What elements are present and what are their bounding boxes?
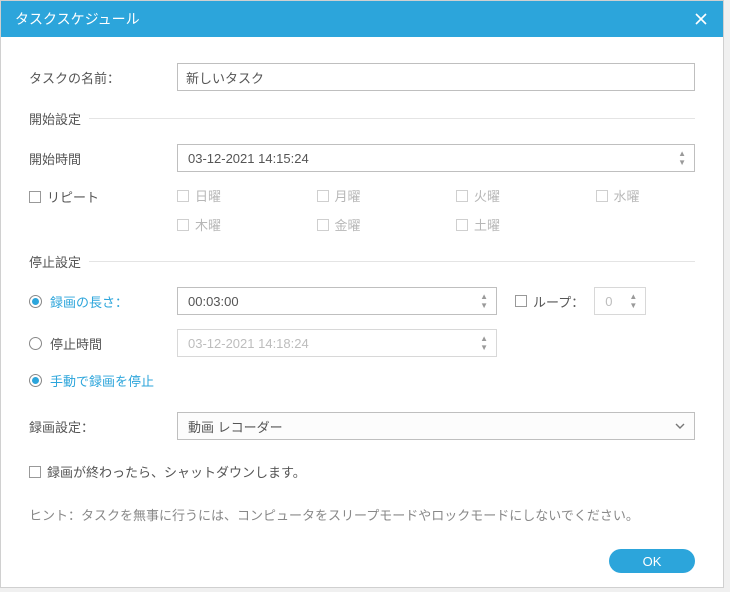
close-icon[interactable]: [693, 11, 709, 27]
length-spinner[interactable]: 00:03:00 ▲▼: [177, 287, 497, 315]
manual-stop-radio[interactable]: 手動で録画を停止: [29, 371, 154, 390]
start-time-value: 03-12-2021 14:15:24: [188, 151, 309, 166]
length-radio[interactable]: 録画の長さ：: [29, 292, 177, 311]
day-thu-label: 木曜: [195, 215, 221, 234]
record-settings-select[interactable]: 動画 レコーダー: [177, 412, 695, 440]
task-name-input[interactable]: [177, 63, 695, 91]
spinner-arrows-icon[interactable]: ▲▼: [678, 150, 686, 167]
day-thu-checkbox[interactable]: 木曜: [177, 215, 277, 234]
dialog-body: タスクの名前： 開始設定 開始時間 03-12-2021 14:15:24 ▲▼…: [1, 37, 723, 538]
day-wed-label: 水曜: [614, 186, 640, 205]
start-time-label: 開始時間: [29, 149, 177, 168]
loop-value: 0: [605, 294, 612, 309]
chevron-down-icon: [674, 420, 686, 432]
start-section-label: 開始設定: [29, 109, 81, 128]
shutdown-label: 録画が終わったら、シャットダウンします。: [47, 462, 306, 481]
day-tue-checkbox[interactable]: 火曜: [456, 186, 556, 205]
start-section-title: 開始設定: [29, 109, 695, 128]
stop-time-label: 停止時間: [50, 334, 102, 353]
divider: [89, 261, 695, 262]
shutdown-checkbox[interactable]: 録画が終わったら、シャットダウンします。: [29, 462, 306, 481]
manual-stop-label: 手動で録画を停止: [50, 371, 154, 390]
titlebar: タスクスケジュール: [1, 1, 723, 37]
stop-section-title: 停止設定: [29, 252, 695, 271]
loop-spinner[interactable]: 0 ▲▼: [594, 287, 646, 315]
spinner-arrows-icon[interactable]: ▲▼: [629, 293, 637, 310]
record-settings-value: 動画 レコーダー: [188, 417, 283, 436]
day-fri-label: 金曜: [335, 215, 361, 234]
loop-label: ループ：: [533, 292, 584, 311]
task-schedule-dialog: タスクスケジュール タスクの名前： 開始設定 開始時間 03-12-2021 1…: [0, 0, 724, 588]
stop-time-radio[interactable]: 停止時間: [29, 334, 177, 353]
day-sat-label: 土曜: [474, 215, 500, 234]
length-label: 録画の長さ：: [50, 292, 128, 311]
day-mon-label: 月曜: [335, 186, 361, 205]
loop-checkbox[interactable]: ループ：: [515, 292, 584, 311]
day-sat-checkbox[interactable]: 土曜: [456, 215, 556, 234]
day-mon-checkbox[interactable]: 月曜: [317, 186, 417, 205]
day-fri-checkbox[interactable]: 金曜: [317, 215, 417, 234]
stop-time-spinner: 03-12-2021 14:18:24 ▲▼: [177, 329, 497, 357]
spinner-arrows-icon: ▲▼: [480, 335, 488, 352]
stop-time-value: 03-12-2021 14:18:24: [188, 336, 309, 351]
ok-button[interactable]: OK: [609, 549, 695, 573]
day-tue-label: 火曜: [474, 186, 500, 205]
day-sun-checkbox[interactable]: 日曜: [177, 186, 277, 205]
hint-text: ヒント：タスクを無事に行うには、コンピュータをスリープモードやロックモードにしな…: [29, 505, 695, 524]
spinner-arrows-icon[interactable]: ▲▼: [480, 293, 488, 310]
day-sun-label: 日曜: [195, 186, 221, 205]
length-value: 00:03:00: [188, 294, 239, 309]
divider: [89, 118, 695, 119]
day-wed-checkbox[interactable]: 水曜: [596, 186, 696, 205]
start-time-spinner[interactable]: 03-12-2021 14:15:24 ▲▼: [177, 144, 695, 172]
repeat-label: リピート: [47, 187, 99, 206]
dialog-title: タスクスケジュール: [15, 9, 140, 29]
task-name-label: タスクの名前：: [29, 68, 177, 87]
repeat-checkbox[interactable]: リピート: [29, 187, 99, 206]
record-settings-label: 録画設定：: [29, 417, 177, 436]
stop-section-label: 停止設定: [29, 252, 81, 271]
